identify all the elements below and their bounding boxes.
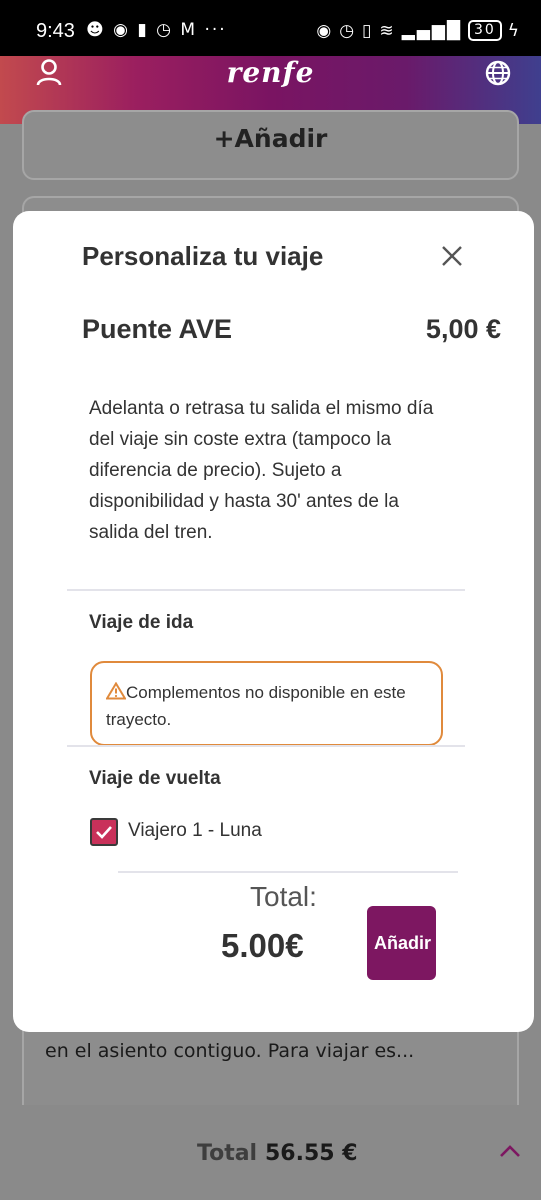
checkmark-icon xyxy=(96,826,112,839)
product-description: Adelanta o retrasa tu salida el mismo dí… xyxy=(89,398,434,543)
customize-trip-modal: Personaliza tu viaje Puente AVE 5,00 € A… xyxy=(13,211,534,1032)
wechat-icon: ◉ xyxy=(113,20,130,40)
modal-title: Personaliza tu viaje xyxy=(82,241,324,271)
divider xyxy=(118,871,458,873)
eye-icon: ◉ xyxy=(316,20,334,41)
traveler-label: Viajero 1 - Luna xyxy=(128,820,262,841)
chevron-up-icon[interactable] xyxy=(499,1143,521,1162)
divider xyxy=(67,589,465,591)
signal-icon: ▂▄▆█ xyxy=(401,20,462,41)
product-name: Puente AVE xyxy=(82,314,233,344)
close-button[interactable] xyxy=(437,241,467,271)
total-bar-label: Total xyxy=(197,1141,258,1166)
modal-total-value: 5.00€ xyxy=(221,927,304,964)
notification-icon: ☻ xyxy=(86,20,106,40)
alarm-icon: ◷ xyxy=(156,20,173,40)
vibrate-icon: ▯ xyxy=(362,20,374,41)
background-add-label: +Añadir xyxy=(213,124,328,153)
system-icons: ◉ ◷ ▯ ≋ ▂▄▆█ 30 ϟ xyxy=(316,20,521,41)
warning-box: Complementos no disponible en este traye… xyxy=(90,661,443,746)
warning-text: Complementos no disponible en este traye… xyxy=(106,683,406,729)
globe-icon[interactable] xyxy=(485,60,511,90)
background-add-card[interactable]: +Añadir xyxy=(22,110,519,180)
renfe-logo: renfe xyxy=(226,56,315,89)
status-time: 9:43 xyxy=(36,20,75,42)
notification-icons: ☻ ◉ ▮ ◷ M ··· xyxy=(86,20,227,40)
close-icon xyxy=(442,246,462,266)
outbound-title: Viaje de ida xyxy=(89,612,194,633)
add-button[interactable]: Añadir xyxy=(367,906,436,980)
total-bar-value: 56.55 € xyxy=(265,1141,358,1166)
alarm-icon: ◷ xyxy=(339,20,357,41)
background-seat-text: en el asiento contiguo. Para viajar es..… xyxy=(45,1040,415,1062)
charging-icon: ϟ xyxy=(507,20,521,41)
gmail-icon: M xyxy=(180,20,198,40)
total-bar[interactable]: Total 56.55 € xyxy=(0,1105,541,1200)
more-dots-icon: ··· xyxy=(204,20,227,40)
modal-total-label: Total: xyxy=(250,881,317,912)
product-price: 5,00 € xyxy=(425,314,501,344)
battery-icon: 30 xyxy=(467,20,502,41)
traveler-checkbox[interactable] xyxy=(90,818,118,846)
battery-saver-icon: ▮ xyxy=(137,20,149,40)
return-title: Viaje de vuelta xyxy=(89,768,221,789)
warning-icon xyxy=(105,681,127,700)
status-bar: 9:43 ☻ ◉ ▮ ◷ M ··· ◉ ◷ ▯ ≋ ▂▄▆█ 30 ϟ xyxy=(0,0,541,62)
wifi-6-icon: ≋ xyxy=(379,20,396,41)
divider xyxy=(67,745,465,747)
